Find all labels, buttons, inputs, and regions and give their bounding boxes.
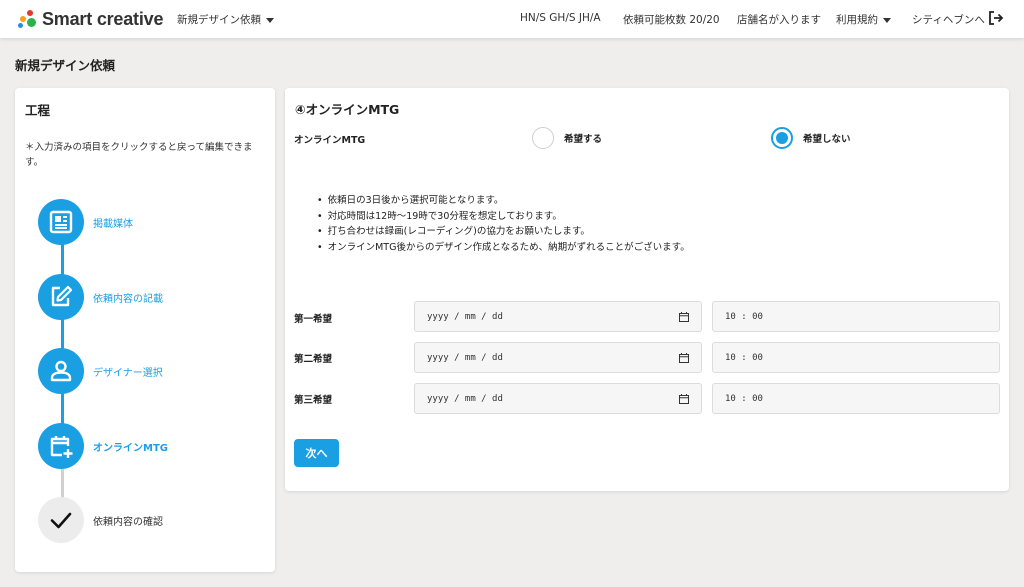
pref-label-1: 第一希望: [294, 314, 333, 325]
request-quota: 依頼可能枚数 20/20: [623, 14, 720, 26]
progress-panel: 工程 ＊入力済みの項目をクリックすると戻って編集できます。 掲載媒体 依頼内容の…: [15, 88, 275, 572]
brand-name: Smart creative: [42, 9, 164, 29]
time-input-1[interactable]: 10 : 00: [712, 301, 1000, 332]
step-request-details[interactable]: 依頼内容の記載: [38, 274, 163, 320]
note-item: 依頼日の3日後から選択可能となります。: [327, 193, 690, 209]
progress-title: 工程: [25, 103, 51, 118]
chevron-down-icon: [266, 17, 274, 23]
page-title: 新規デザイン依頼: [15, 58, 116, 73]
step-label: 依頼内容の確認: [93, 516, 163, 528]
store-name: 店舗名が入ります: [737, 14, 821, 26]
radio-button-unchecked[interactable]: [532, 127, 554, 149]
step-confirm: 依頼内容の確認: [38, 497, 163, 543]
progress-note: ＊入力済みの項目をクリックすると戻って編集できます。: [25, 142, 253, 168]
radio-label: 希望する: [564, 134, 603, 145]
account-codes: HN/S GH/S JH/A: [520, 12, 601, 24]
step-label: 掲載媒体: [93, 218, 133, 230]
calendar-icon[interactable]: [679, 312, 689, 322]
calendar-icon[interactable]: [679, 353, 689, 363]
time-input-3[interactable]: 10 : 00: [712, 383, 1000, 414]
step-online-mtg[interactable]: オンラインMTG: [38, 423, 168, 469]
date-placeholder: yyyy / mm / dd: [427, 352, 503, 363]
step-label: 依頼内容の記載: [93, 293, 163, 305]
date-input-3[interactable]: yyyy / mm / dd: [414, 383, 702, 414]
step-label: オンラインMTG: [93, 442, 168, 454]
pref-label-2: 第二希望: [294, 354, 333, 365]
edit-icon: [38, 274, 84, 320]
section-title: ④オンラインMTG: [295, 102, 400, 117]
terms-menu-label: 利用規約: [836, 14, 878, 26]
media-icon: [38, 199, 84, 245]
user-icon: [38, 348, 84, 394]
date-placeholder: yyyy / mm / dd: [427, 311, 503, 322]
time-value: 10 : 00: [725, 352, 763, 363]
user-link[interactable]: シティヘブンへ: [912, 12, 985, 27]
mtg-label: オンラインMTG: [294, 135, 366, 146]
new-design-menu-label: 新規デザイン依頼: [177, 14, 261, 26]
radio-want-mtg[interactable]: 希望する: [532, 127, 602, 149]
brand-logo-mark: [18, 9, 40, 30]
date-placeholder: yyyy / mm / dd: [427, 393, 503, 404]
radio-no-mtg[interactable]: 希望しない: [771, 127, 851, 149]
terms-menu[interactable]: 利用規約: [836, 12, 891, 27]
date-input-2[interactable]: yyyy / mm / dd: [414, 342, 702, 373]
note-item: 打ち合わせは録画(レコーディング)の協力をお願いたします。: [327, 224, 690, 240]
new-design-menu[interactable]: 新規デザイン依頼: [177, 12, 274, 27]
radio-button-checked[interactable]: [771, 127, 793, 149]
pref-label-3: 第三希望: [294, 395, 333, 406]
time-input-2[interactable]: 10 : 00: [712, 342, 1000, 373]
step-label: デザイナー選択: [93, 367, 163, 379]
radio-label: 希望しない: [803, 134, 851, 145]
top-header: Smart creative 新規デザイン依頼 HN/S GH/S JH/A 依…: [0, 0, 1024, 38]
next-button[interactable]: 次へ: [294, 439, 339, 467]
note-item: 対応時間は12時〜19時で30分程を想定しております。: [327, 209, 690, 225]
brand-logo[interactable]: Smart creative: [18, 9, 163, 30]
note-item: オンラインMTG後からのデザイン作成となるため、納期がずれることがございます。: [327, 240, 690, 256]
logout-icon[interactable]: [988, 10, 1004, 26]
time-value: 10 : 00: [725, 393, 763, 404]
calendar-add-icon: [38, 423, 84, 469]
date-input-1[interactable]: yyyy / mm / dd: [414, 301, 702, 332]
step-designer[interactable]: デザイナー選択: [38, 348, 163, 394]
step-media[interactable]: 掲載媒体: [38, 199, 133, 245]
mtg-notes: 依頼日の3日後から選択可能となります。 対応時間は12時〜19時で30分程を想定…: [317, 193, 690, 255]
check-icon: [38, 497, 84, 543]
time-value: 10 : 00: [725, 311, 763, 322]
online-mtg-panel: ④オンラインMTG オンラインMTG 希望する 希望しない 依頼日の3日後から選…: [285, 88, 1009, 491]
calendar-icon[interactable]: [679, 394, 689, 404]
chevron-down-icon: [883, 17, 891, 23]
